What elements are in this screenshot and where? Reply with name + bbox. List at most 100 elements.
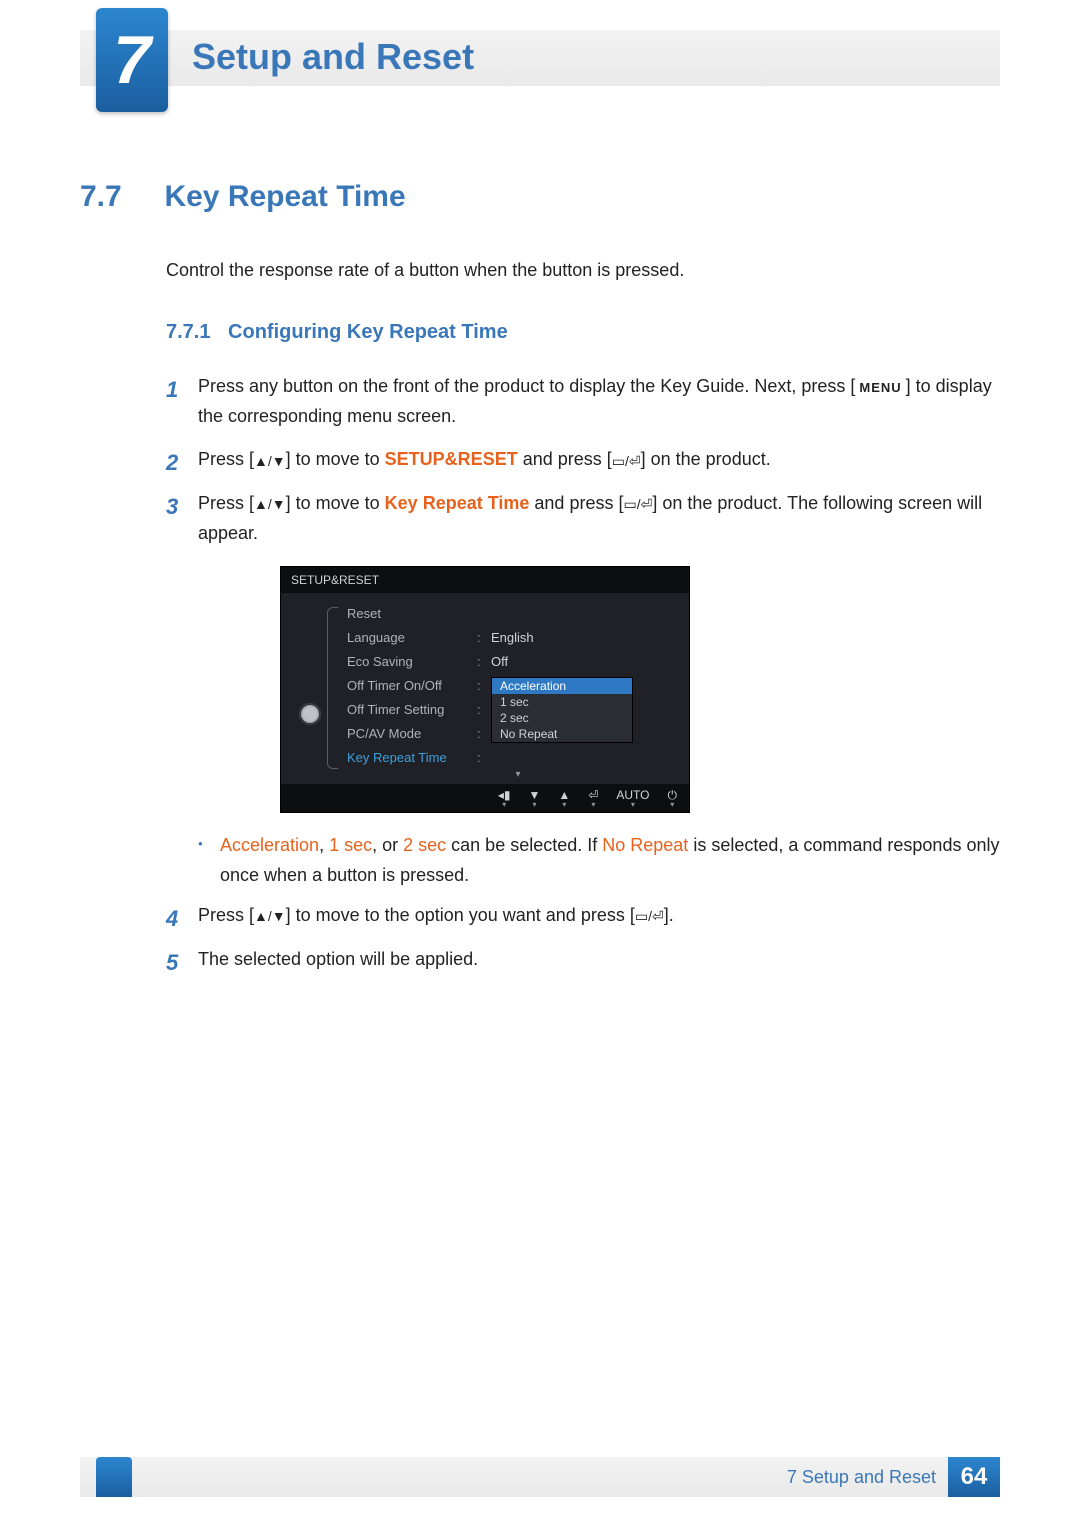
step-number: 4 [166,901,178,937]
osd-foot-power: ⏻▾ [668,789,678,809]
highlight: No Repeat [602,835,688,855]
osd-label: Key Repeat Time [347,750,477,765]
bullet-item: Acceleration, 1 sec, or 2 sec can be sel… [198,831,1000,890]
step-3: 3 Press [▲/▼] to move to Key Repeat Time… [166,489,1000,548]
highlight: Key Repeat Time [385,493,530,513]
step-text: ] on the product. [641,449,771,469]
step-5: 5 The selected option will be applied. [166,945,1000,975]
steps-list-cont: 4 Press [▲/▼] to move to the option you … [166,901,1000,974]
enter-icon: ▭/⏎ [612,454,641,468]
updown-icon: ▲/▼ [254,454,286,468]
step-number: 3 [166,489,178,525]
step-number: 1 [166,372,178,408]
section-heading: 7.7 Key Repeat Time [80,180,1000,214]
chapter-title: Setup and Reset [192,36,474,78]
chapter-number-tab: 7 [96,8,168,112]
bullet-list: Acceleration, 1 sec, or 2 sec can be sel… [198,831,1000,890]
step-4: 4 Press [▲/▼] to move to the option you … [166,901,1000,931]
osd-option-acceleration: Acceleration [492,678,632,694]
step-text: and press [ [529,493,623,513]
gear-icon [299,703,321,725]
osd-label: Language [347,630,477,645]
step-2: 2 Press [▲/▼] to move to SETUP&RESET and… [166,445,1000,475]
osd-colon: : [477,678,491,693]
step-1: 1 Press any button on the front of the p… [166,372,1000,431]
steps-list: 1 Press any button on the front of the p… [166,372,1000,548]
subsection-heading: 7.7.1 Configuring Key Repeat Time [166,321,1000,344]
highlight: Acceleration [220,835,319,855]
enter-icon: ▭/⏎ [623,497,652,511]
step-text: ] to move to [286,493,385,513]
foot-arrow-icon: ▾ [532,801,536,809]
subsection-title: Configuring Key Repeat Time [228,321,508,343]
osd-body: Reset Language : English Eco Saving : Of… [281,593,689,784]
osd-colon: : [477,750,491,765]
step-text: ] to move to [286,449,385,469]
step-text: Press any button on the front of the pro… [198,376,855,396]
step-text: The selected option will be applied. [198,949,478,969]
osd-label: PC/AV Mode [347,726,477,741]
osd-option-norepeat: No Repeat [492,726,632,742]
updown-icon: ▲/▼ [254,497,286,511]
osd-row-eco: Eco Saving : Off [347,649,689,673]
menu-button-label: MENU [855,377,905,398]
footer-bar: 7 Setup and Reset 64 [80,1457,1000,1497]
section-intro: Control the response rate of a button wh… [166,260,1000,281]
osd-row-reset: Reset [347,601,689,625]
highlight: SETUP&RESET [385,449,518,469]
step-text: ]. [664,905,674,925]
text: , or [372,835,403,855]
osd-label: Reset [347,606,477,621]
footer-left-tab [96,1457,132,1497]
step-text: Press [ [198,493,254,513]
osd-value: Off [491,654,508,669]
osd-option-1sec: 1 sec [492,694,632,710]
text: can be selected. If [446,835,602,855]
osd-label: Off Timer On/Off [347,678,477,693]
page-number: 64 [961,1463,988,1491]
foot-arrow-icon: ▾ [631,801,635,809]
osd-value: English [491,630,534,645]
content-area: 7.7 Key Repeat Time Control the response… [80,180,1000,1447]
chevron-down-icon: ▾ [347,769,689,780]
osd-colon: : [477,702,491,717]
osd-row-language: Language : English [347,625,689,649]
step-text: and press [ [518,449,612,469]
subsection-number: 7.7.1 [166,321,210,343]
enter-icon: ▭/⏎ [635,909,664,923]
osd-title: SETUP&RESET [281,567,689,593]
step-number: 5 [166,945,178,981]
osd-foot-up: ▲▾ [558,789,570,809]
osd-foot-down: ▼▾ [529,789,541,809]
osd-foot-auto: AUTO▾ [616,789,649,809]
step-text: Press [ [198,905,254,925]
footer-chapter-ref: 7 Setup and Reset [787,1467,936,1488]
foot-arrow-icon: ▾ [591,801,595,809]
osd-foot-enter: ⏎▾ [588,789,598,809]
osd-row-keyrepeat: Key Repeat Time : [347,745,689,769]
step-number: 2 [166,445,178,481]
foot-arrow-icon: ▾ [670,801,674,809]
osd-popup: Acceleration 1 sec 2 sec No Repeat [491,677,633,743]
osd-left [287,601,333,780]
section-title: Key Repeat Time [164,180,405,214]
osd-foot-back: ◂▮▾ [498,789,511,809]
step-text: Press [ [198,449,254,469]
updown-icon: ▲/▼ [254,909,286,923]
foot-arrow-icon: ▾ [502,801,506,809]
osd-colon: : [477,726,491,741]
osd-colon: : [477,654,491,669]
footer-page-number: 64 [948,1457,1000,1497]
osd-footer: ◂▮▾ ▼▾ ▲▾ ⏎▾ AUTO▾ ⏻▾ [281,784,689,812]
osd-colon: : [477,630,491,645]
step-text: ] to move to the option you want and pre… [286,905,635,925]
osd-option-2sec: 2 sec [492,710,632,726]
osd-row-offtimersetting: Off Timer Setting : Acceleration 1 sec 2… [347,697,689,721]
highlight: 2 sec [403,835,446,855]
highlight: 1 sec [329,835,372,855]
osd-bracket-icon [327,607,338,769]
osd-list: Reset Language : English Eco Saving : Of… [333,601,689,780]
osd-label: Off Timer Setting [347,702,477,717]
text: , [319,835,329,855]
section-number: 7.7 [80,180,160,214]
